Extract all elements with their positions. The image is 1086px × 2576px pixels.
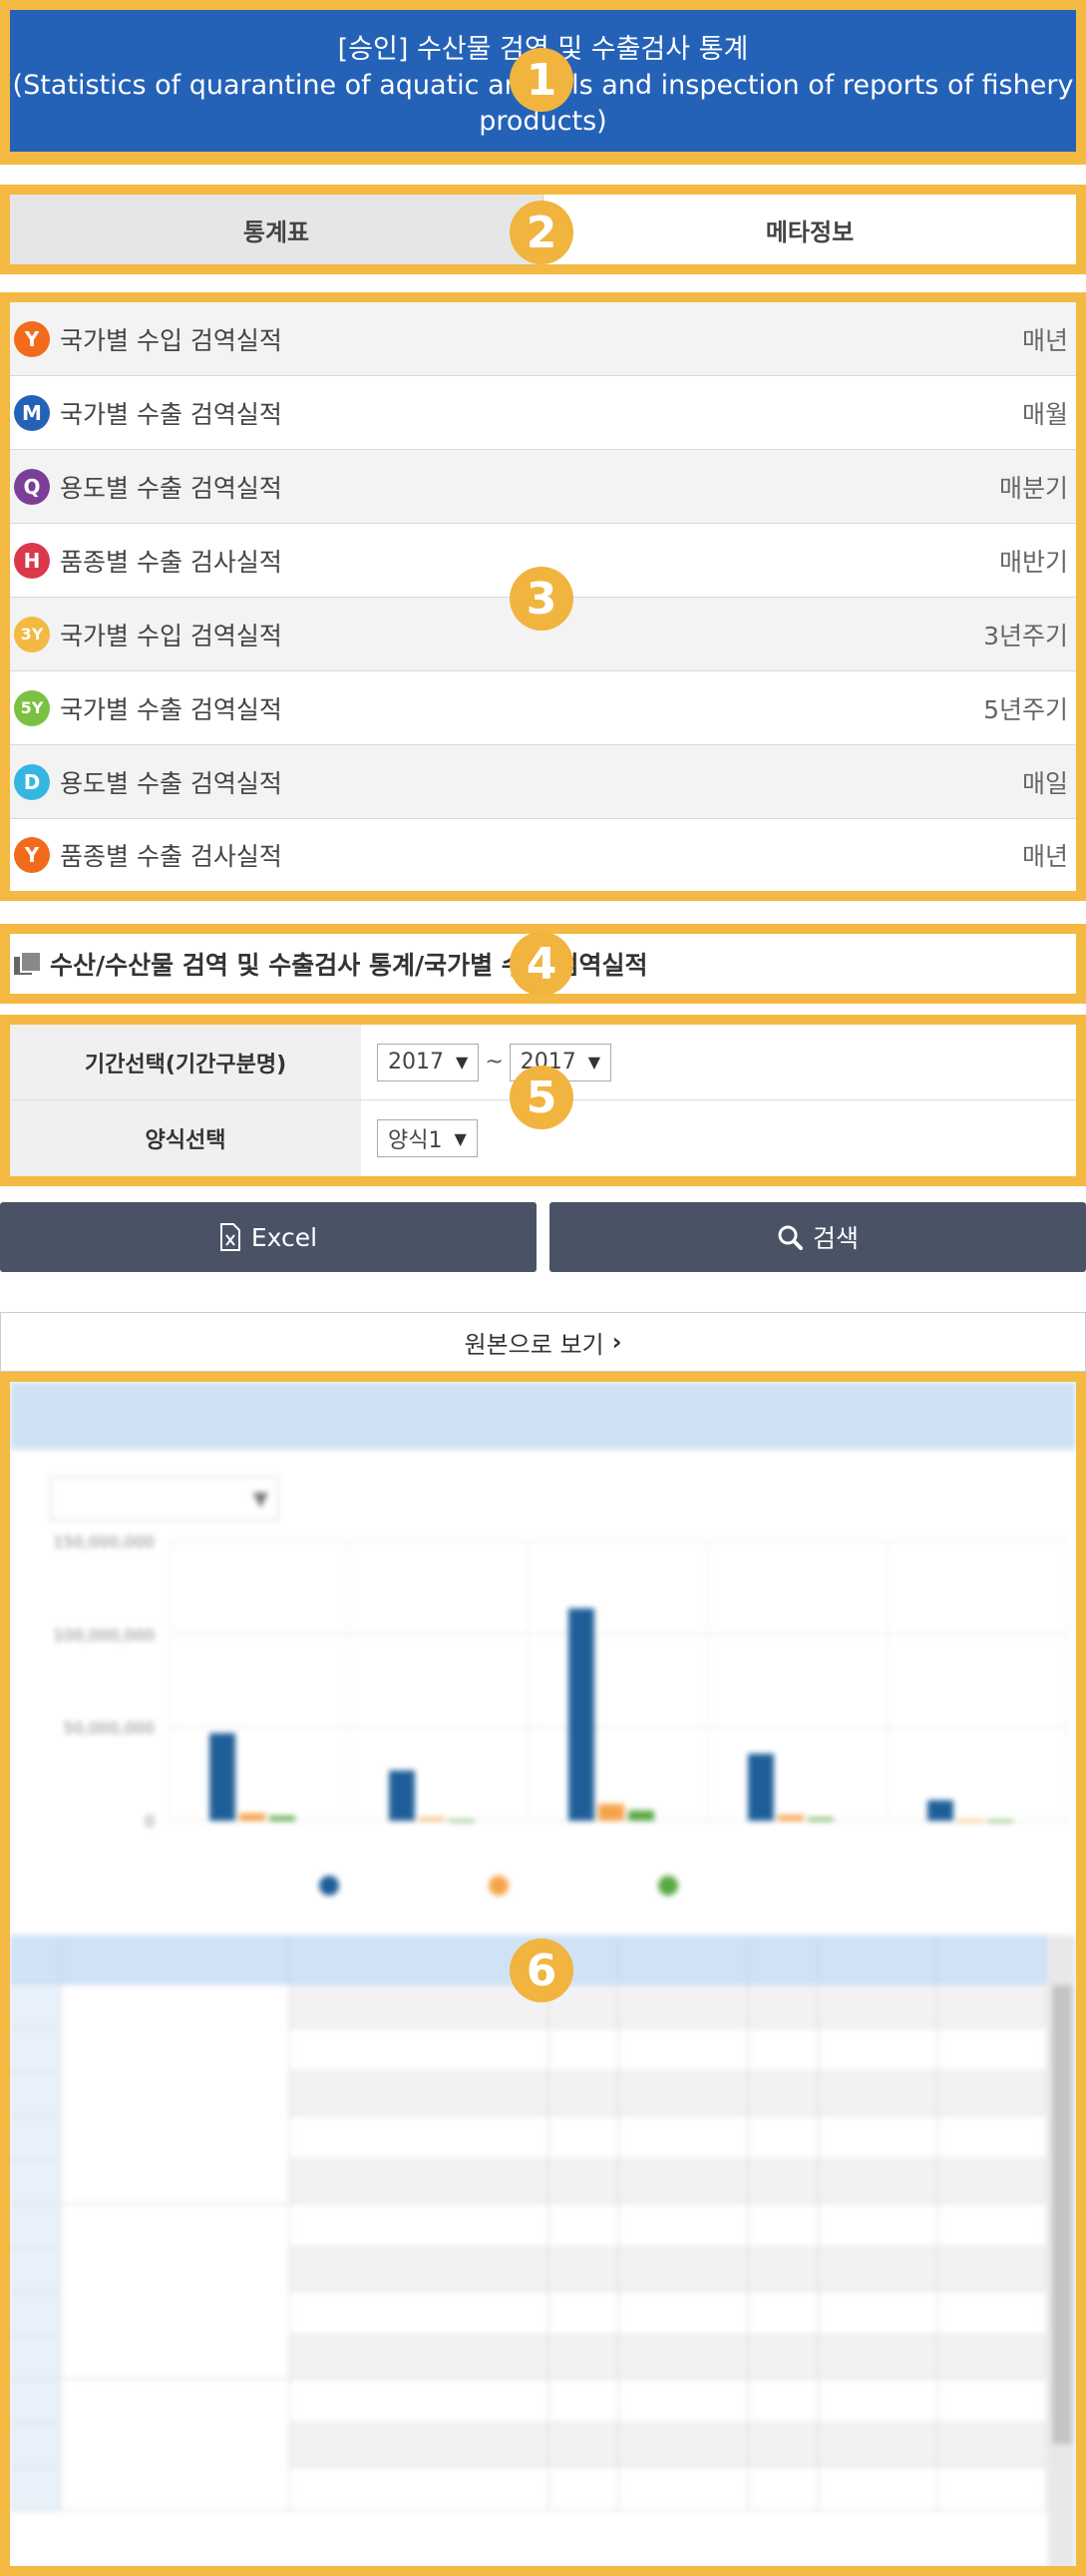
search-button[interactable]: 검색 <box>549 1202 1086 1272</box>
annotation-badge-1: 1 <box>510 48 573 112</box>
list-item-label: 국가별 수출 검역실적 <box>60 694 282 724</box>
view-original-label: 원본으로 보기 <box>464 1330 604 1359</box>
stats-list-section: Y 국가별 수입 검역실적 매년 M 국가별 수출 검역실적 매월 Q 용도별 … <box>0 292 1086 901</box>
period-label: 기간선택(기간구분명) <box>10 1025 361 1099</box>
list-item[interactable]: Y 국가별 수입 검역실적 매년 <box>10 302 1076 376</box>
list-item-label: 용도별 수출 검역실적 <box>60 473 282 503</box>
quarterly-icon: Q <box>14 468 50 505</box>
chart-bar <box>209 1733 235 1821</box>
chart-bar <box>568 1608 594 1821</box>
chart-bar <box>239 1813 265 1821</box>
list-item-label: 품종별 수출 검사실적 <box>60 842 282 871</box>
caret-down-icon: ▼ <box>252 1487 268 1510</box>
caret-down-icon: ▼ <box>587 1053 601 1072</box>
chart-bar <box>449 1820 475 1823</box>
list-item[interactable]: M 국가별 수출 검역실적 매월 <box>10 376 1076 450</box>
chart-controls: ▼ <box>30 1477 279 1520</box>
chart-bar <box>598 1804 624 1821</box>
bar-chart: 150,000,000 100,000,000 50,000,000 0 <box>53 1532 1068 1896</box>
caret-down-icon: ▼ <box>454 1128 467 1148</box>
list-item-frequency: 5년주기 <box>983 694 1068 724</box>
period-from-value: 2017 <box>388 1050 444 1074</box>
list-item-frequency: 매반기 <box>998 547 1068 577</box>
excel-download-button[interactable]: Excel <box>0 1202 537 1272</box>
list-item-frequency: 매분기 <box>998 473 1068 503</box>
yearly-icon: Y <box>14 837 50 873</box>
format-select[interactable]: 양식1 ▼ <box>377 1119 478 1157</box>
period-separator: ~ <box>485 1050 504 1074</box>
y-tick-label: 100,000,000 <box>53 1625 155 1644</box>
chart-bar <box>778 1815 804 1821</box>
period-value: 2017 ▼ ~ 2017 ▼ <box>361 1025 1076 1099</box>
excel-button-label: Excel <box>250 1222 318 1252</box>
format-select-value: 양식1 <box>388 1128 443 1153</box>
y-tick-label: 150,000,000 <box>53 1532 155 1551</box>
excel-file-icon <box>219 1223 240 1251</box>
list-item-label: 국가별 수출 검역실적 <box>60 399 282 429</box>
legend-marker <box>489 1876 509 1896</box>
tabs-section: 통계표 메타정보 2 <box>0 185 1086 274</box>
legend-marker <box>319 1876 339 1896</box>
chart-bar <box>269 1816 295 1821</box>
annotation-badge-6: 6 <box>510 1938 573 2002</box>
table-scrollbar[interactable] <box>1048 1935 1076 2566</box>
data-table <box>10 1935 1047 2511</box>
legend-marker <box>658 1876 678 1896</box>
list-item[interactable]: D 용도별 수출 검역실적 매일 <box>10 745 1076 819</box>
y-tick-label: 50,000,000 <box>63 1719 155 1738</box>
half-yearly-icon: H <box>14 542 50 579</box>
result-header-bar <box>10 1382 1076 1450</box>
breadcrumb-section: 수산/수산물 검역 및 수출검사 통계/국가별 수출 검역실적 4 <box>0 924 1086 1004</box>
tab-statistics-table[interactable]: 통계표 <box>10 195 543 264</box>
search-button-label: 검색 <box>812 1224 859 1253</box>
table-row <box>10 2203 1047 2379</box>
list-item-label: 국가별 수입 검역실적 <box>60 325 282 355</box>
chart-bar <box>987 1820 1013 1823</box>
chart-bar <box>957 1820 983 1823</box>
result-section: ▼ 150,000,000 100,000,000 50,000,000 0 6 <box>0 1372 1086 2576</box>
chart-bar <box>389 1770 415 1821</box>
three-year-icon: 3Y <box>14 616 50 652</box>
list-item-label: 용도별 수출 검역실적 <box>60 768 282 798</box>
chevron-right-icon: › <box>611 1328 622 1356</box>
chart-bar <box>808 1818 834 1821</box>
title-section: [승인] 수산물 검역 및 수출검사 통계 (Statistics of qua… <box>0 0 1086 165</box>
scrollbar-thumb[interactable] <box>1052 1985 1072 2444</box>
table-row <box>10 2378 1047 2511</box>
list-item[interactable]: Q 용도별 수출 검역실적 매분기 <box>10 450 1076 524</box>
copy-icon <box>14 951 42 977</box>
annotation-badge-4: 4 <box>510 932 573 996</box>
list-item-frequency: 매년 <box>1021 325 1068 355</box>
chart-bar <box>927 1800 953 1821</box>
annotation-badge-2: 2 <box>510 201 573 264</box>
y-tick-label: 0 <box>145 1812 155 1831</box>
list-item[interactable]: 5Y 국가별 수출 검역실적 5년주기 <box>10 671 1076 745</box>
list-item-frequency: 3년주기 <box>983 621 1068 650</box>
format-label: 양식선택 <box>10 1100 361 1176</box>
annotation-badge-3: 3 <box>510 567 573 631</box>
monthly-icon: M <box>14 394 50 431</box>
data-table-wrap <box>10 1935 1076 2566</box>
yearly-icon: Y <box>14 320 50 357</box>
search-icon <box>778 1225 803 1250</box>
five-year-icon: 5Y <box>14 689 50 726</box>
format-value: 양식1 ▼ <box>361 1100 1076 1176</box>
annotation-badge-5: 5 <box>510 1066 573 1129</box>
chart-bar <box>419 1818 445 1821</box>
list-item[interactable]: Y 품종별 수출 검사실적 매년 <box>10 819 1076 891</box>
tab-meta-info[interactable]: 메타정보 <box>543 195 1076 264</box>
caret-down-icon: ▼ <box>456 1053 469 1072</box>
list-item-frequency: 매월 <box>1021 399 1068 429</box>
chart-type-select[interactable]: ▼ <box>50 1477 279 1520</box>
list-item-frequency: 매년 <box>1021 842 1068 871</box>
view-original-link[interactable]: 원본으로 보기 › <box>0 1312 1086 1372</box>
chart-bar <box>628 1810 654 1821</box>
filter-section: 기간선택(기간구분명) 2017 ▼ ~ 2017 ▼ 양식선택 양식1 ▼ 5 <box>0 1015 1086 1186</box>
daily-icon: D <box>14 763 50 800</box>
period-from-select[interactable]: 2017 ▼ <box>377 1043 480 1081</box>
list-item-frequency: 매일 <box>1021 768 1068 798</box>
chart-bar <box>748 1753 774 1821</box>
